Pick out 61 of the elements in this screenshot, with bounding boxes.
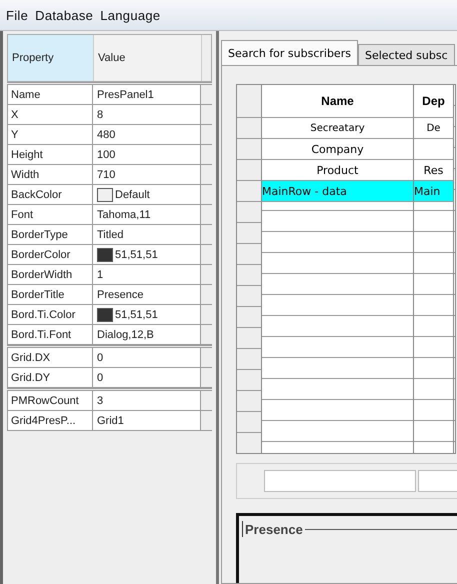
row-header[interactable] — [237, 139, 262, 160]
property-name: BorderWidth — [7, 265, 93, 284]
panel-title: Presence — [244, 522, 304, 536]
property-name: Grid4PresP... — [7, 411, 93, 430]
property-value[interactable]: Tahoma,11 — [93, 205, 201, 224]
property-value[interactable]: Presence — [93, 285, 201, 304]
property-value-text: Default — [115, 188, 150, 200]
table-cell: Product — [262, 160, 414, 181]
property-value[interactable]: 710 — [93, 165, 201, 184]
row-header[interactable] — [237, 160, 262, 181]
table-cell: MainRow - data — [262, 181, 414, 202]
property-name: X — [7, 105, 93, 124]
property-name: Font — [7, 205, 93, 224]
property-value[interactable]: 480 — [93, 125, 201, 144]
property-name: Grid.DY — [7, 368, 93, 387]
table-cell: Secreatary — [262, 118, 414, 139]
table-cell: Main — [414, 181, 454, 202]
column-header[interactable]: Dep — [414, 85, 454, 118]
property-name: BackColor — [7, 185, 93, 204]
property-value[interactable]: 51,51,51 — [93, 245, 201, 264]
menu-item[interactable]: Language — [100, 8, 160, 22]
property-name: Grid.DX — [7, 348, 93, 367]
table-cell: Res — [414, 160, 454, 181]
property-value[interactable]: Titled — [93, 225, 201, 244]
menu-item[interactable]: File — [6, 8, 28, 22]
property-value[interactable]: Grid1 — [93, 411, 201, 430]
input-field[interactable] — [264, 470, 416, 492]
property-value[interactable]: 51,51,51 — [93, 305, 201, 324]
property-value[interactable]: 0 — [93, 368, 201, 387]
row-header[interactable] — [237, 118, 262, 139]
property-value[interactable]: 3 — [93, 391, 201, 410]
property-name: Height — [7, 145, 93, 164]
property-value[interactable]: 100 — [93, 145, 201, 164]
row-header[interactable] — [237, 85, 262, 118]
property-name: Bord.Ti.Color — [7, 305, 93, 324]
property-name: Width — [7, 165, 93, 184]
input-field[interactable] — [418, 470, 457, 492]
table-cell: De — [414, 118, 454, 139]
row-header[interactable] — [237, 181, 262, 202]
tab[interactable]: Selected subsc — [358, 44, 455, 65]
property-value[interactable]: Default — [93, 185, 201, 204]
property-value[interactable]: PresPanel1 — [93, 85, 201, 104]
property-name: BorderTitle — [7, 285, 93, 304]
column-header[interactable]: Name — [262, 85, 414, 118]
tab[interactable]: Search for subscribers — [221, 40, 358, 65]
property-value[interactable]: 8 — [93, 105, 201, 124]
property-name: Name — [7, 85, 93, 104]
property-value[interactable]: 0 — [93, 348, 201, 367]
property-name: Bord.Ti.Font — [7, 325, 93, 344]
property-value-text: 51,51,51 — [115, 308, 158, 320]
property-value-text: 51,51,51 — [115, 248, 158, 260]
property-name: PMRowCount — [7, 391, 93, 410]
property-name: BorderType — [7, 225, 93, 244]
property-name: BorderColor — [7, 245, 93, 264]
menu-item[interactable]: Database — [35, 8, 94, 22]
column-header[interactable]: Value — [94, 35, 202, 81]
table-cell: Company — [262, 139, 414, 160]
property-name: Y — [7, 125, 93, 144]
column-header[interactable]: Property — [8, 35, 94, 81]
property-value[interactable]: 1 — [93, 265, 201, 284]
property-value[interactable]: Dialog,12,B — [93, 325, 201, 344]
